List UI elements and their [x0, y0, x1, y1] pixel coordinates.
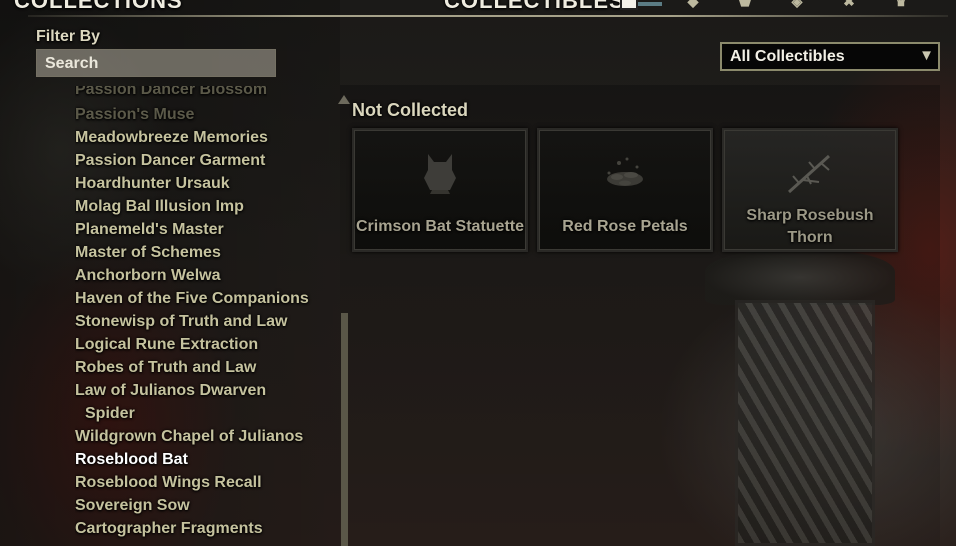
list-item-selected[interactable]: Roseblood Bat [75, 450, 188, 470]
list-item[interactable]: Planemeld's Master [75, 220, 224, 240]
list-item[interactable]: Stonewisp of Truth and Law [75, 312, 287, 332]
crown-tab-icon[interactable]: ♛ [890, 0, 912, 8]
category-filter-dropdown[interactable]: All Collectibles ▼ [720, 42, 940, 71]
background-lantern-cap [705, 250, 895, 305]
thorn-branch-icon [724, 150, 896, 196]
list-item[interactable]: Haven of the Five Companions [75, 289, 309, 309]
list-item[interactable]: Wildgrown Chapel of Julianos [75, 427, 303, 447]
collectible-tile[interactable]: Sharp Rosebush Thorn [722, 128, 898, 252]
page-title: COLLECTIONS [14, 0, 183, 13]
list-item[interactable]: Passion Dancer Garment [75, 151, 265, 171]
collectible-list[interactable]: Passion Dancer Blossom Passion's Muse Me… [75, 81, 335, 546]
shield-tab-icon[interactable]: ⬟ [734, 0, 756, 8]
list-item[interactable]: Sovereign Sow [75, 496, 190, 516]
collectible-tile[interactable]: Red Rose Petals [537, 128, 713, 252]
list-item[interactable]: Robes of Truth and Law [75, 358, 256, 378]
diamond-tab-icon[interactable]: ◆ [682, 0, 704, 8]
list-item[interactable]: Law of Julianos Dwarven [75, 381, 266, 401]
filter-label: Filter By [36, 28, 101, 45]
square-tab-icon[interactable] [620, 0, 638, 10]
tile-name: Sharp Rosebush Thorn [746, 207, 874, 246]
section-header: Not Collected [352, 100, 469, 120]
bat-statuette-icon [354, 150, 526, 196]
list-item[interactable]: Logical Rune Extraction [75, 335, 258, 355]
rose-petals-icon [539, 150, 711, 196]
tile-name: Red Rose Petals [562, 218, 688, 235]
list-item[interactable]: Meadowbreeze Memories [75, 128, 268, 148]
tile-name: Crimson Bat Statuette [355, 218, 525, 235]
list-item[interactable]: Roseblood Wings Recall [75, 473, 262, 493]
list-scrollbar[interactable] [341, 313, 348, 546]
collectible-tile[interactable]: Crimson Bat Statuette [352, 128, 528, 252]
list-item[interactable]: Passion Dancer Blossom [75, 86, 267, 100]
tab-collectibles[interactable]: COLLECTIBLES [444, 0, 625, 14]
list-item[interactable]: Anchorborn Welwa [75, 266, 221, 286]
header-divider [28, 15, 948, 17]
background-lantern [735, 300, 875, 546]
crossed-tab-icon[interactable]: ✖ [838, 0, 860, 8]
list-item[interactable]: Passion's Muse [75, 105, 194, 125]
dropdown-arrow-icon: ▼ [919, 47, 934, 64]
list-item[interactable]: Cartographer Fragments [75, 519, 263, 539]
wings-tab-icon[interactable]: ◈ [786, 0, 808, 8]
active-tab-indicator [638, 2, 662, 6]
list-item[interactable]: Master of Schemes [75, 243, 221, 263]
list-item-continuation[interactable]: Spider [85, 404, 135, 424]
dropdown-selected-value: All Collectibles [730, 48, 845, 65]
scroll-up-arrow-icon[interactable] [338, 95, 350, 104]
search-input[interactable] [45, 55, 267, 73]
list-item[interactable]: Hoardhunter Ursauk [75, 174, 230, 194]
search-field[interactable] [36, 49, 276, 77]
list-item[interactable]: Molag Bal Illusion Imp [75, 197, 244, 217]
